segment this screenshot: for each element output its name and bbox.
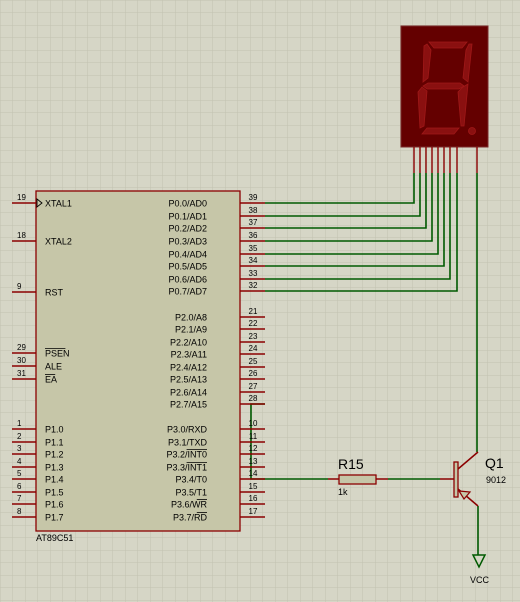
segment-g [422, 82, 465, 90]
resistor-value: 1k [338, 487, 348, 497]
pin-label: P0.3/AD3 [168, 237, 207, 247]
segment-a [428, 41, 468, 49]
pin-number: 8 [17, 507, 22, 516]
pin-number: 36 [249, 231, 258, 240]
pin-label: P1.2 [45, 450, 64, 460]
pin-number: 29 [17, 343, 26, 352]
pin-number: 19 [17, 193, 26, 202]
pin-label: P3.1/TXD [168, 438, 208, 448]
transistor-ref: Q1 [485, 455, 504, 471]
pin-label: P2.7/A15 [170, 400, 207, 410]
pin-label: P3.7/RD [173, 513, 208, 523]
pin-label: P3.6/WR [171, 500, 208, 510]
pin-number: 25 [249, 357, 258, 366]
pin-number: 24 [249, 344, 258, 353]
pin-number: 18 [17, 231, 26, 240]
pin-number: 35 [249, 244, 258, 253]
segment-dp [468, 127, 476, 135]
pin-label: P1.7 [45, 513, 64, 523]
pin-label: P0.4/AD4 [168, 250, 207, 260]
pin-label: P3.3/INT1 [166, 463, 207, 473]
pin-label: P1.5 [45, 488, 64, 498]
pin-number: 33 [249, 269, 258, 278]
pin-number: 34 [249, 256, 258, 265]
pin-label: P0.6/AD6 [168, 275, 207, 285]
pin-number: 37 [249, 218, 258, 227]
pin-number: 7 [17, 494, 22, 503]
pin-label: P2.5/A13 [170, 375, 207, 385]
pin-label: P0.1/AD1 [168, 212, 207, 222]
pin-number: 17 [249, 507, 258, 516]
pin-label: P1.4 [45, 475, 64, 485]
pin-number: 9 [17, 282, 22, 291]
vcc-label: VCC [470, 575, 490, 585]
pin-number: 13 [249, 457, 258, 466]
pin-label: PSEN [45, 349, 70, 359]
pin-label: P2.3/A11 [171, 350, 207, 360]
pin-number: 27 [249, 382, 258, 391]
pin-label: P2.4/A12 [170, 363, 207, 373]
pin-label: P3.2/INT0 [166, 450, 207, 460]
pin-label: P0.5/AD5 [168, 262, 207, 272]
pin-number: 12 [249, 444, 258, 453]
pin-label: P2.0/A8 [175, 313, 207, 323]
pin-number: 21 [249, 307, 258, 316]
pin-number: 11 [249, 432, 258, 441]
pin-number: 10 [249, 419, 258, 428]
segment-d [421, 127, 460, 135]
chip-name: AT89C51 [36, 533, 73, 543]
pin-label: P2.6/A14 [170, 388, 207, 398]
pin-number: 39 [249, 193, 258, 202]
pin-number: 2 [17, 432, 22, 441]
schematic-canvas: 19 XTAL1 18 XTAL2 9 RST 29 PSEN 30 ALE 31 EA 1 P1.0 2 P… [0, 0, 520, 602]
transistor-part: 9012 [486, 475, 506, 485]
pin-label: P1.3 [45, 463, 64, 473]
pin-label: RST [45, 288, 64, 298]
pin-number: 1 [17, 419, 22, 428]
pin-number: 4 [17, 457, 22, 466]
pin-label: EA [45, 375, 57, 385]
pin-label: ALE [45, 362, 62, 372]
pin-label: P2.1/A9 [175, 325, 207, 335]
pin-number: 23 [249, 332, 258, 341]
pin-label: P2.2/A10 [170, 338, 207, 348]
pin-label: P0.2/AD2 [168, 224, 207, 234]
pin-number: 5 [17, 469, 22, 478]
pin-label: P3.4/T0 [175, 475, 207, 485]
microcontroller[interactable]: 19 XTAL1 18 XTAL2 9 RST 29 PSEN 30 ALE 31 EA 1 P1.0 2 P… [12, 190, 265, 543]
pin-label: P1.1 [45, 438, 64, 448]
pin-number: 32 [249, 281, 258, 290]
pin-number: 30 [17, 356, 26, 365]
pin-label: P1.0 [45, 425, 64, 435]
resistor-body [338, 474, 377, 485]
pin-label: P3.5/T1 [175, 488, 207, 498]
resistor-ref: R15 [338, 456, 364, 472]
pin-number: 15 [249, 482, 258, 491]
pin-label: XTAL1 [45, 199, 72, 209]
pin-number: 6 [17, 482, 22, 491]
pin-label: P1.6 [45, 500, 64, 510]
pin-number: 3 [17, 444, 22, 453]
pin-label: P0.0/AD0 [168, 199, 207, 209]
pin-number: 16 [249, 494, 258, 503]
transistor-base-bar [453, 461, 459, 498]
pin-label: P3.0/RXD [167, 425, 208, 435]
pin-number: 28 [249, 394, 258, 403]
pin-number: 31 [17, 369, 26, 378]
pin-number: 22 [249, 319, 258, 328]
pin-label: XTAL2 [45, 237, 72, 247]
pin-number: 26 [249, 369, 258, 378]
pin-number: 38 [249, 206, 258, 215]
pin-label: P0.7/AD7 [168, 287, 207, 297]
pin-number: 14 [249, 469, 258, 478]
